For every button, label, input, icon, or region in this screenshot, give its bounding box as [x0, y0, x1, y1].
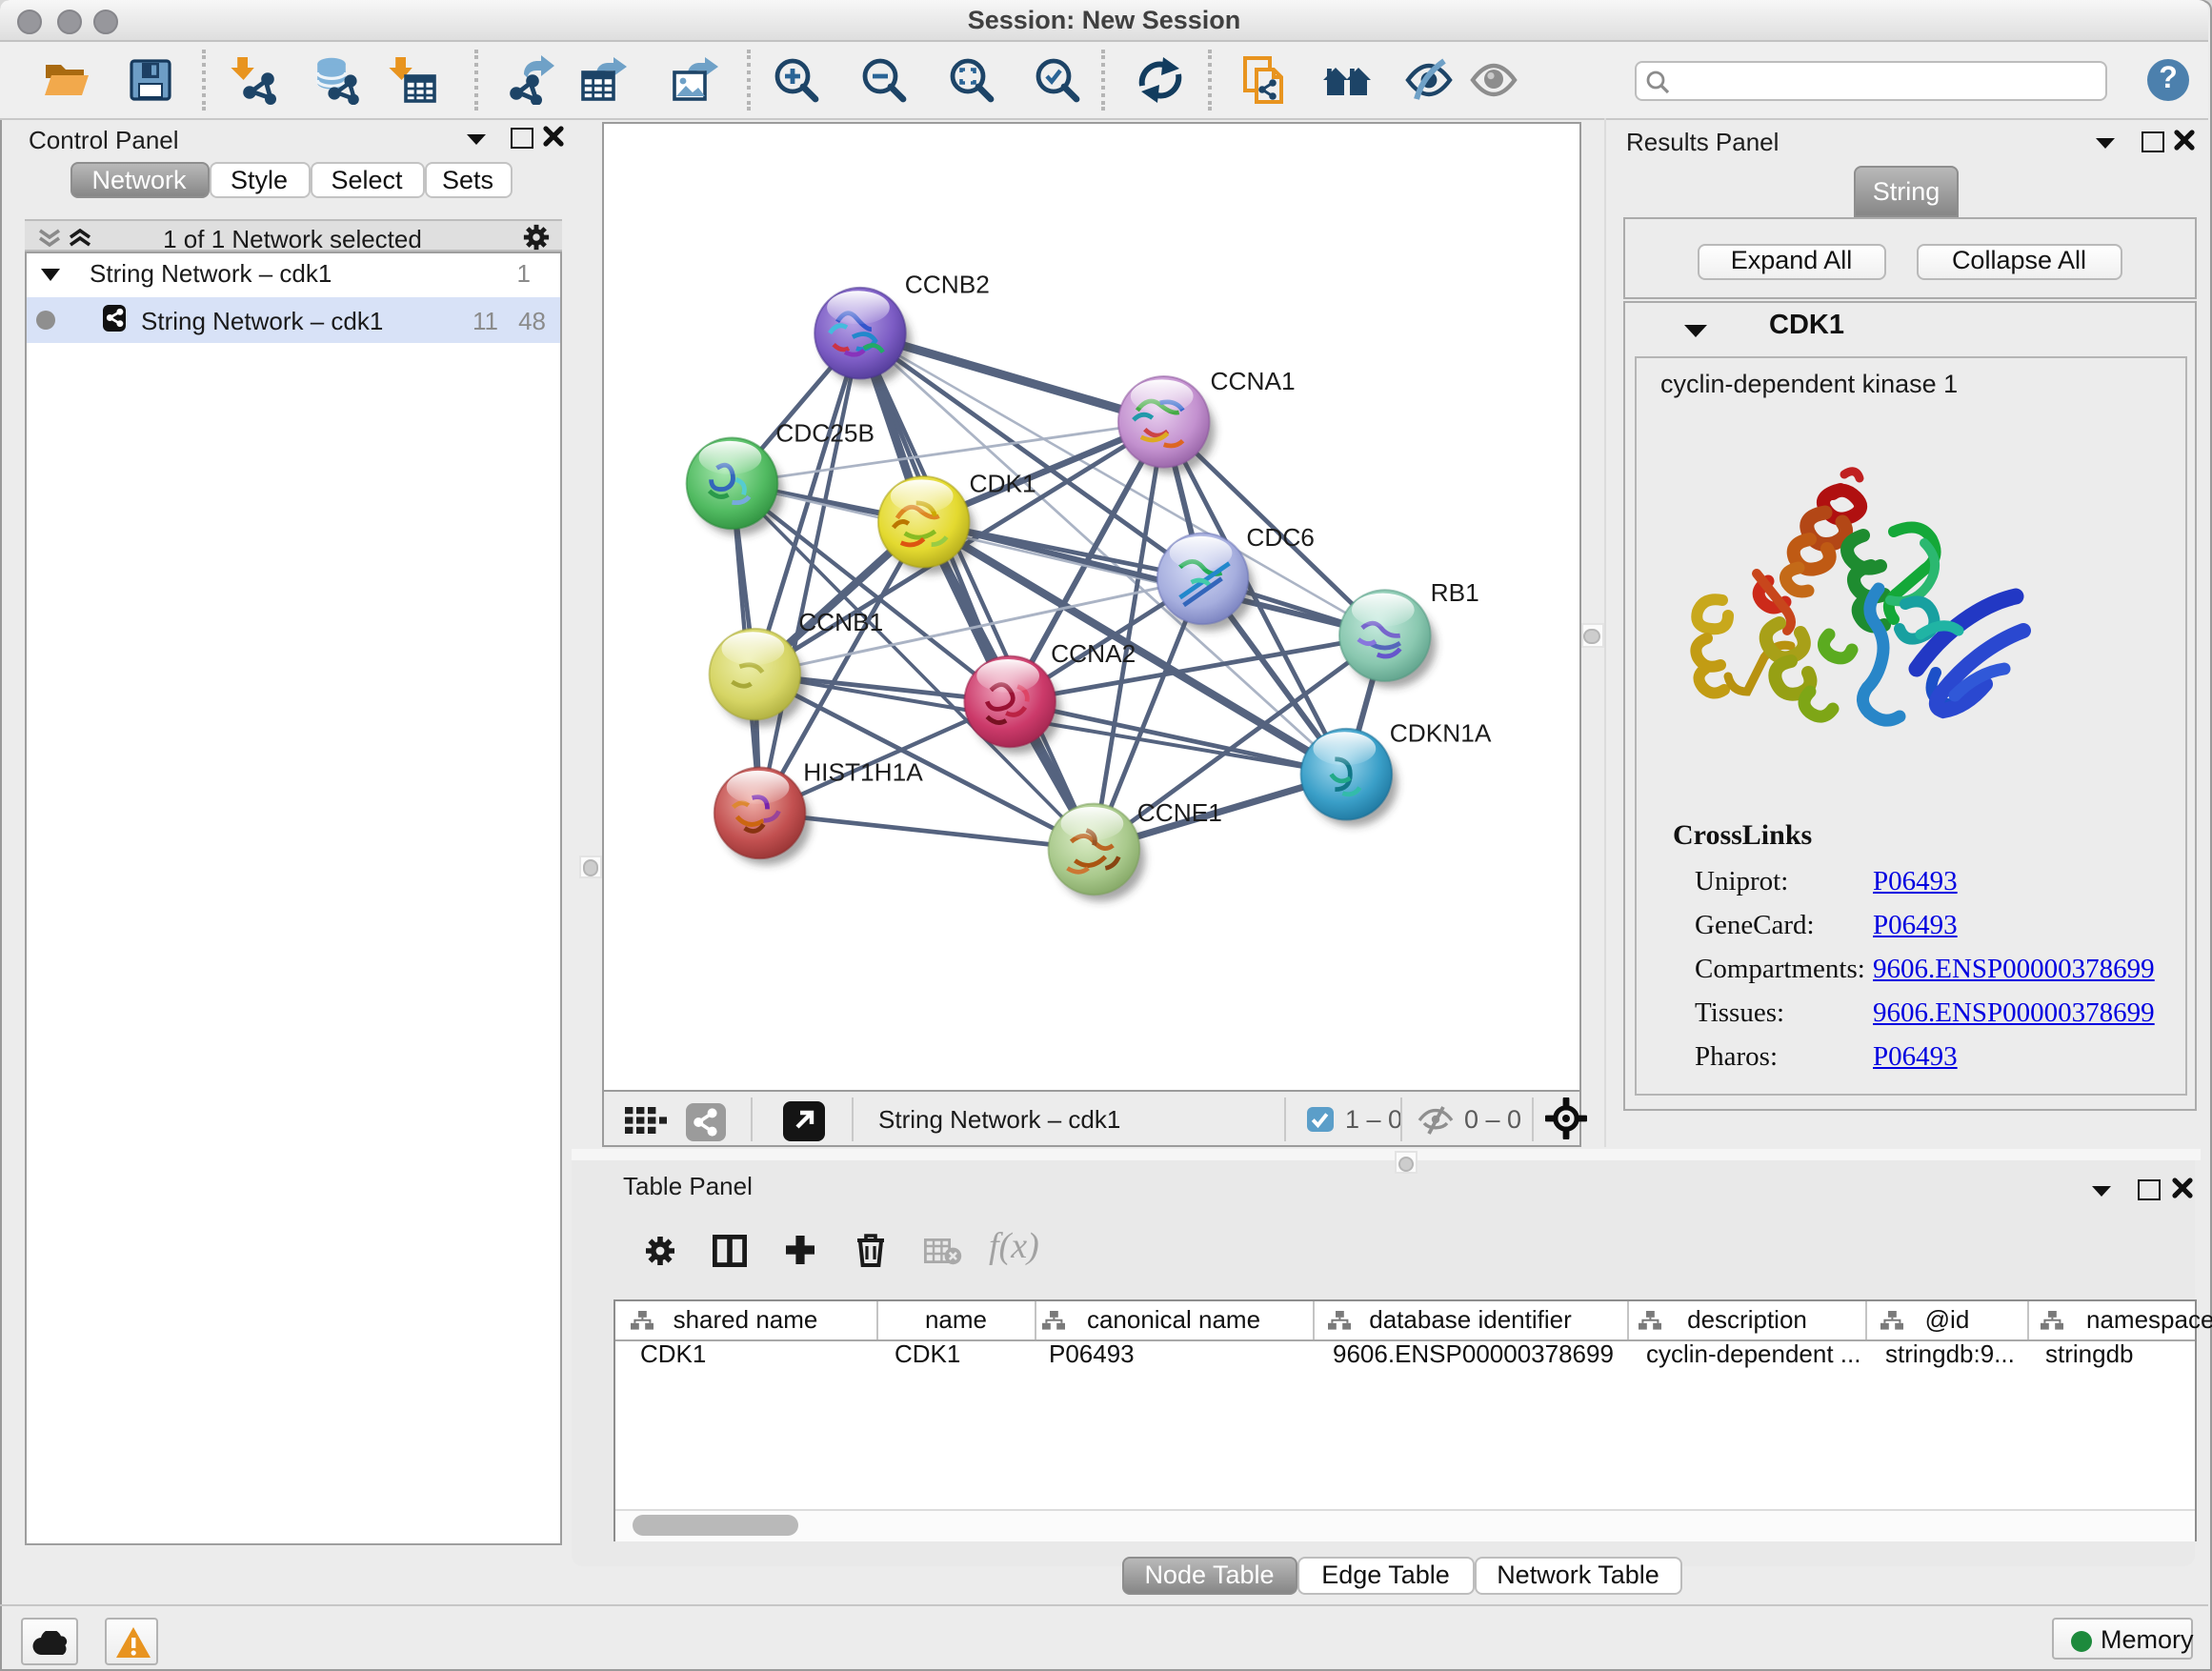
svg-text:CDKN1A: CDKN1A — [1389, 717, 1491, 746]
svg-text:HIST1H1A: HIST1H1A — [802, 756, 922, 785]
svg-text:CDC6: CDC6 — [1245, 522, 1314, 551]
svg-text:CCNB1: CCNB1 — [797, 607, 882, 635]
svg-text:RB1: RB1 — [1430, 577, 1478, 606]
svg-text:CDK1: CDK1 — [969, 468, 1036, 496]
svg-text:CCNA2: CCNA2 — [1050, 638, 1135, 667]
svg-text:CCNA1: CCNA1 — [1210, 366, 1295, 394]
svg-text:CDC25B: CDC25B — [774, 418, 874, 447]
svg-text:CCNE1: CCNE1 — [1136, 797, 1221, 826]
svg-text:CCNB2: CCNB2 — [904, 269, 989, 297]
